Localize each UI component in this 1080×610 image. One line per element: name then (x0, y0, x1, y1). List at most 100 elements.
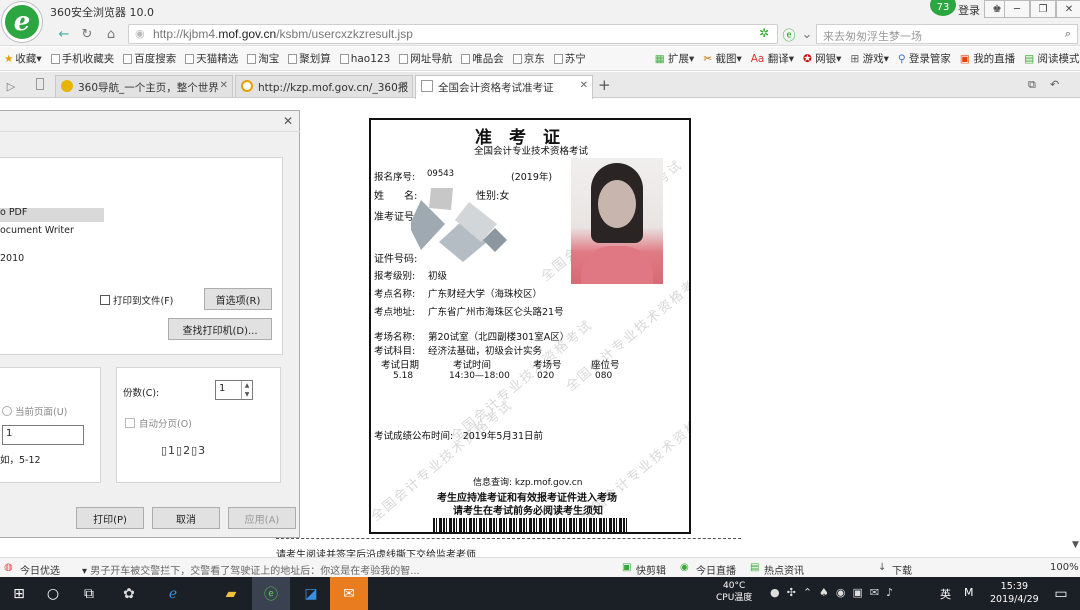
exam-level: 初级 (428, 271, 448, 282)
login-manager-button[interactable]: ⚲ 登录管家 (898, 51, 951, 66)
title-bar (0, 0, 1080, 22)
print-to-file-checkbox[interactable] (100, 295, 110, 305)
minimize-icon[interactable]: ─ (1004, 0, 1030, 18)
copies-group: 份数(C): 1 ▲ ▼ 自动分页(O) ▯1▯2▯3 (116, 367, 281, 483)
copies-stepper[interactable]: ▲ ▼ (241, 381, 252, 399)
tab-close-icon[interactable]: ✕ (580, 80, 588, 91)
status-item[interactable]: 热点资讯 (764, 562, 804, 577)
pinwheel-icon[interactable]: ✿ (118, 583, 140, 605)
tray-icons[interactable]: ●✣⌃♠◉▣✉♪ (770, 586, 900, 599)
undo-close-icon[interactable]: ↶ (1050, 78, 1059, 91)
bookmark-item[interactable]: 苏宁 (553, 51, 586, 66)
back-icon[interactable]: ← (55, 25, 73, 43)
compat-mode-icon[interactable]: ⓔ (780, 25, 798, 44)
live-button[interactable]: ▣ 我的直播 (960, 51, 1015, 66)
bank-button[interactable]: ✪ 网银 ▾ (803, 51, 841, 66)
query-site: 信息查询: kzp.mof.gov.cn (473, 478, 583, 488)
url-text[interactable]: http://kjbm4.mof.gov.cn/ksbm/usercxzkzre… (153, 27, 413, 41)
result-date: 考试成绩公布时间: 2019年5月31日前 (374, 431, 544, 442)
candidate-photo (571, 158, 663, 284)
login-link[interactable]: 登录 (958, 2, 980, 18)
reading-mode-button[interactable]: ▤ 阅读模式 (1024, 51, 1079, 66)
clock[interactable]: 15:39 2019/4/29 (990, 580, 1039, 606)
cpu-temp[interactable]: 40°C CPU温度 (716, 580, 752, 604)
search-icon[interactable]: ○ (42, 583, 64, 605)
address-bar[interactable]: ◉ http://kjbm4.mof.gov.cn/ksbm/usercxzkz… (128, 24, 778, 44)
tab-admission-ticket[interactable]: 全国会计资格考试准考证 ✕ (415, 75, 593, 99)
new-tab-icon[interactable]: + (598, 76, 611, 94)
printer-option[interactable]: 2010 (0, 253, 24, 264)
wechat-icon[interactable]: ✉ (338, 583, 360, 605)
restore-tab-icon[interactable]: ⧉ (1028, 78, 1036, 92)
print-dialog: ✕ o PDF ocument Writer 2010 打印到文件(F) 首选项… (0, 110, 300, 538)
folder-icon[interactable]: ▰ (220, 583, 242, 605)
tab-list-icon[interactable] (36, 78, 44, 90)
maximize-icon[interactable]: ❐ (1030, 0, 1056, 18)
status-item[interactable]: 快剪辑 (636, 562, 666, 577)
dialog-close-icon[interactable]: ✕ (283, 114, 293, 128)
ticket-subtitle: 全国会计专业技术资格考试 (474, 146, 589, 157)
home-icon[interactable]: ⌂ (102, 25, 120, 43)
scroll-down-icon[interactable]: ▼ (1072, 540, 1079, 550)
search-icon[interactable]: ⌕ (1065, 27, 1071, 41)
find-printer-button[interactable]: 查找打印机(D)... (168, 318, 272, 340)
bookmark-item[interactable]: 网址导航 (399, 51, 452, 66)
bookmark-item[interactable]: 淘宝 (247, 51, 279, 66)
notification-center-icon[interactable]: ▭ (1050, 583, 1072, 605)
tab-close-icon[interactable]: ✕ (400, 80, 408, 91)
print-button[interactable]: 打印(P) (76, 507, 144, 529)
barcode (433, 518, 629, 532)
zoom-level[interactable]: 100% (1050, 562, 1079, 573)
pages-input[interactable]: 1 (2, 425, 84, 445)
exam-address: 广东省广州市海珠区仑头路21号 (428, 307, 564, 318)
bookmark-item[interactable]: 唯品会 (461, 51, 504, 66)
news-ticker[interactable]: ▾ 男子开车被交警拦下，交警看了驾驶证上的地址后：你这是在考验我的智... (82, 562, 420, 577)
screenshot-button[interactable]: ✂ 截图 ▾ (703, 51, 741, 66)
speaker-icon[interactable]: ◍ (4, 562, 13, 573)
printer-option[interactable]: ocument Writer (0, 225, 74, 236)
apply-button[interactable]: 应用(A) (228, 507, 296, 529)
preferences-button[interactable]: 首选项(R) (204, 288, 272, 310)
bookmark-item[interactable]: hao123 (339, 53, 390, 65)
close-icon[interactable]: ✕ (1056, 0, 1080, 18)
browser-taskbar-icon[interactable]: ⓔ (260, 583, 282, 605)
address-dropdown-icon[interactable]: ⌄ (798, 25, 816, 43)
task-view-icon[interactable]: ⧉ (78, 583, 100, 605)
bookmark-item[interactable]: 手机收藏夹 (50, 51, 114, 66)
serial-number: 09543 (427, 169, 455, 179)
exam-room: 第20试室（北四副楼301室A区） (428, 332, 570, 343)
app-title: 360安全浏览器 10.0 (50, 6, 154, 19)
ie-icon[interactable]: ℯ (162, 583, 184, 605)
bookmark-favorites[interactable]: ★ 收藏 ▾ (4, 51, 42, 66)
status-bar: ◍ 今日优选 ▾ 男子开车被交警拦下，交警看了驾驶证上的地址后：你这是在考验我的… (0, 557, 1080, 577)
tab-close-icon[interactable]: ✕ (220, 80, 228, 91)
status-item[interactable]: 下载 (892, 562, 912, 577)
secure-icon[interactable]: ✲ (759, 26, 769, 40)
bookmark-item[interactable]: 聚划算 (288, 51, 331, 66)
status-item[interactable]: 今日直播 (696, 562, 736, 577)
tab-kzp[interactable]: http://kzp.mof.gov.cn/_360报 ✕ (235, 75, 413, 97)
translate-button[interactable]: Aa 翻译 ▾ (751, 51, 794, 66)
room-number: 020 (537, 371, 555, 381)
extensions-button[interactable]: ▦ 扩展 ▾ (655, 51, 695, 66)
bookmark-item[interactable]: 京东 (512, 51, 545, 66)
ime-mode-icon[interactable]: M (964, 586, 974, 599)
refresh-icon[interactable]: ↻ (78, 25, 96, 43)
tab-360-nav[interactable]: 360导航_一个主页，整个世界 ✕ (55, 75, 233, 97)
search-input[interactable]: 来去匆匆浮生梦一场 ⌕ (816, 24, 1078, 44)
start-icon[interactable]: ⊞ (8, 583, 30, 605)
cancel-button[interactable]: 取消 (152, 507, 220, 529)
ime-indicator[interactable]: 英 (940, 586, 951, 602)
redaction-mosaic (411, 188, 507, 262)
games-button[interactable]: ⊞ 游戏 ▾ (850, 51, 888, 66)
collate-checkbox[interactable] (125, 418, 135, 428)
app-icon[interactable]: ◪ (300, 583, 322, 605)
current-page-radio[interactable] (2, 406, 12, 416)
bookmark-item[interactable]: 天猫精选 (185, 51, 238, 66)
sidebar-toggle-icon[interactable]: ▷ (2, 77, 20, 95)
printer-option[interactable]: o PDF (0, 207, 27, 218)
exam-date: 5.18 (393, 371, 414, 381)
daily-picks[interactable]: 今日优选 (20, 562, 60, 577)
bookmark-item[interactable]: 百度搜索 (123, 51, 176, 66)
page-range-group: 当前页面(U) 1 如，5-12 (0, 367, 101, 483)
